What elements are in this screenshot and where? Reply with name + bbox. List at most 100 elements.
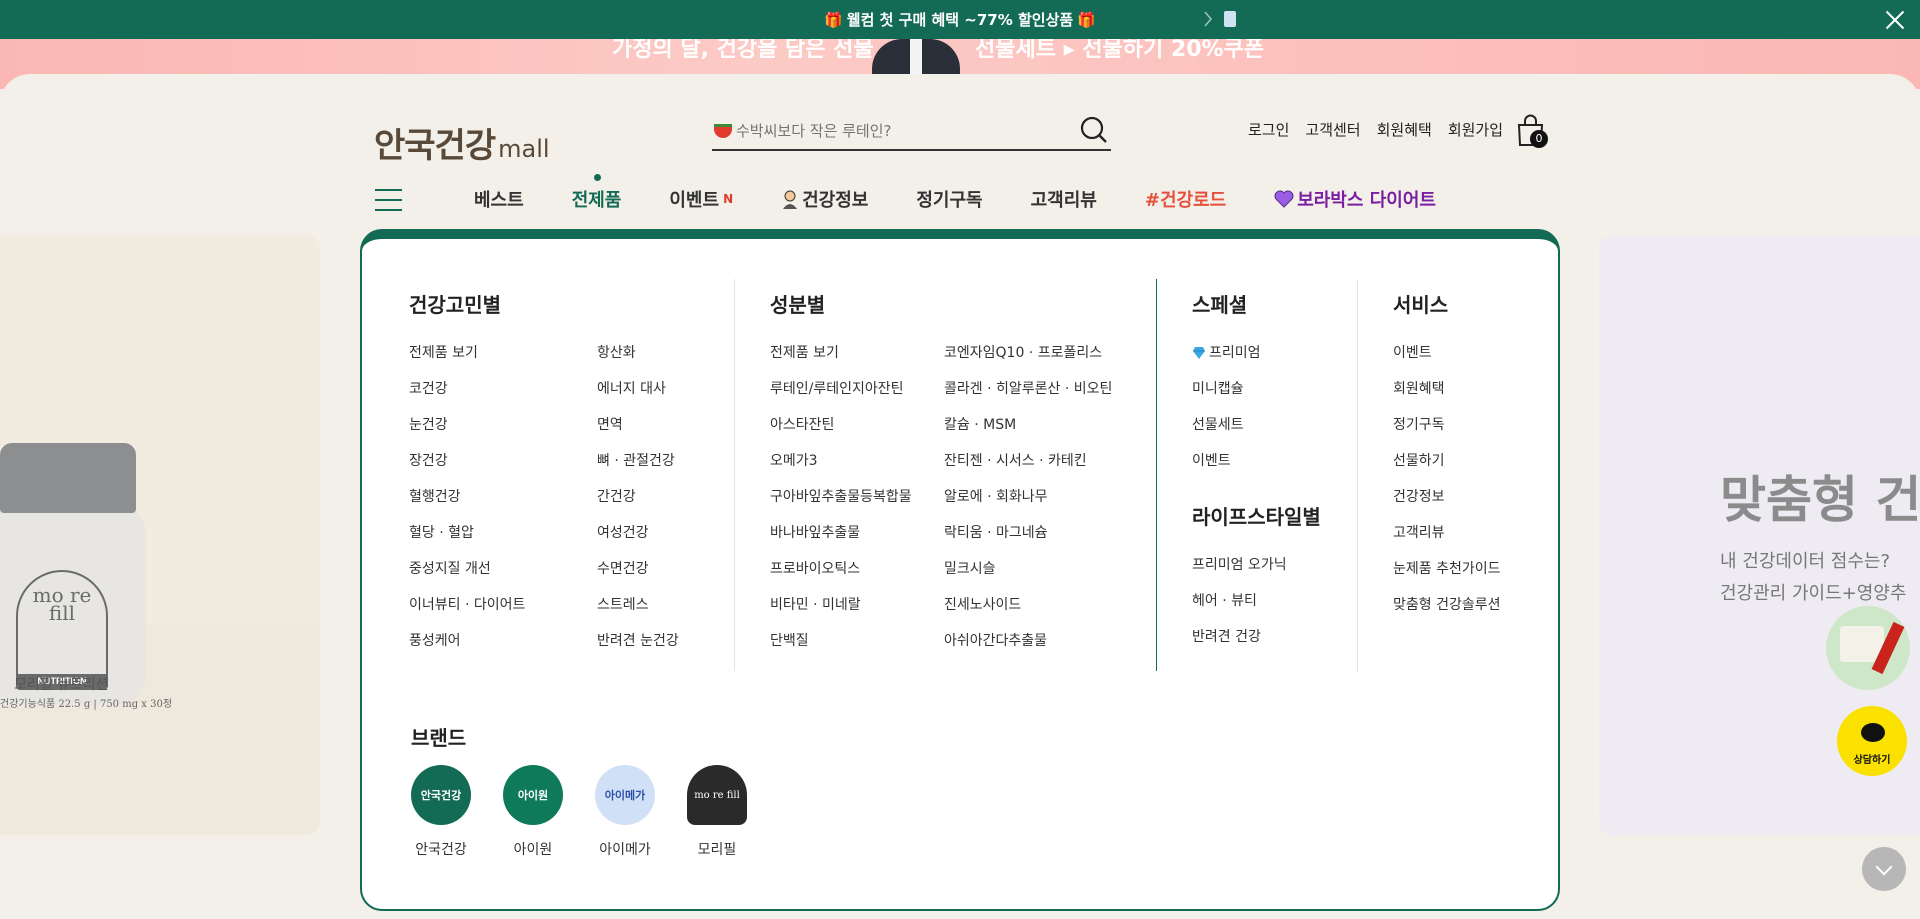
menu-item[interactable]: 루테인/루테인지아잔틴 <box>770 379 912 415</box>
menu-item[interactable]: 고객리뷰 <box>1393 523 1501 559</box>
menu-item[interactable]: 정기구독 <box>1393 415 1501 451</box>
product-name: 모리필 뉴트리션 <box>14 677 109 693</box>
hero-left-text: 가정의 달, 건강을 담은 선물 <box>612 39 874 62</box>
nav-item-health-road[interactable]: #건강로드 <box>1145 186 1226 212</box>
search-icon[interactable] <box>1079 115 1109 145</box>
menu-item[interactable]: 오메가3 <box>770 451 912 487</box>
menu-item[interactable]: 면역 <box>597 415 679 451</box>
menu-item[interactable]: 선물하기 <box>1393 451 1501 487</box>
menu-item[interactable]: 진세노사이드 <box>944 595 1112 631</box>
menu-item[interactable]: 맞춤형 건강솔루션 <box>1393 595 1501 631</box>
floating-gift-thumbnail[interactable] <box>1826 606 1910 690</box>
watermelon-icon <box>714 123 732 138</box>
customer-center-link[interactable]: 고객센터 <box>1305 119 1360 140</box>
logo-sub-text: mall <box>498 135 550 163</box>
menu-item[interactable]: 전제품 보기 <box>409 343 525 379</box>
chevron-right-icon <box>1204 11 1212 27</box>
menu-item[interactable]: 코엔자임Q10 · 프로폴리스 <box>944 343 1112 379</box>
menu-item[interactable]: 헤어 · 뷰티 <box>1192 591 1287 627</box>
badge-text: mo re fill <box>32 583 92 625</box>
column-divider <box>734 279 735 671</box>
menu-item[interactable]: 락티움 · 마그네슘 <box>944 523 1112 559</box>
menu-item[interactable]: 건강정보 <box>1393 487 1501 523</box>
menu-item[interactable]: 눈제품 추천가이드 <box>1393 559 1501 595</box>
menu-item[interactable]: 혈당 · 혈압 <box>409 523 525 559</box>
menu-item[interactable]: 반려견 건강 <box>1192 627 1287 663</box>
nav-item-health-info[interactable]: 건강정보 <box>781 186 868 212</box>
menu-item[interactable]: 눈건강 <box>409 415 525 451</box>
menu-item[interactable]: 이벤트 <box>1393 343 1501 379</box>
menu-item[interactable]: 간건강 <box>597 487 679 523</box>
chat-label: 상담하기 <box>1853 755 1891 766</box>
menu-item[interactable]: 잔티젠 · 시서스 · 카테킨 <box>944 451 1112 487</box>
menu-item[interactable]: 선물세트 <box>1192 415 1261 451</box>
document-icon <box>1224 11 1236 27</box>
menu-item[interactable]: 이벤트 <box>1192 451 1261 487</box>
brand-name: 모리필 <box>697 842 737 858</box>
nav-item-best[interactable]: 베스트 <box>474 186 524 212</box>
menu-item[interactable]: 구아바잎추출물등복합물 <box>770 487 912 523</box>
main-nav: 베스트 전제품 이벤트 N 건강정보 정기구독 고객리뷰 #건강로드 보라박스 다… <box>474 174 1484 212</box>
health-list-1: 전제품 보기 코건강 눈건강 장건강 혈행건강 혈당 · 혈압 중성지질 개선 … <box>409 343 525 667</box>
special-list: 프리미엄 미니캡슐 선물세트 이벤트 <box>1192 343 1261 487</box>
menu-item[interactable]: 단백질 <box>770 631 912 667</box>
hamburger-menu-icon[interactable] <box>375 189 402 211</box>
menu-item[interactable]: 전제품 보기 <box>770 343 912 379</box>
menu-item[interactable]: 바나바잎추출물 <box>770 523 912 559</box>
promo-bar[interactable]: 🎁 웰컴 첫 구매 혜택 ~77% 할인상품 🎁 <box>0 0 1920 39</box>
menu-item[interactable]: 에너지 대사 <box>597 379 679 415</box>
menu-item[interactable]: 콜라겐 · 히알루론산 · 비오틴 <box>944 379 1112 415</box>
nav-item-subscription[interactable]: 정기구독 <box>916 186 982 212</box>
chat-bubble-icon <box>1861 723 1885 742</box>
menu-item[interactable]: 중성지질 개선 <box>409 559 525 595</box>
brand-morefill[interactable]: mo re fill 모리필 <box>687 765 747 858</box>
menu-item[interactable]: 알로에 · 회화나무 <box>944 487 1112 523</box>
menu-item[interactable]: 풍성케어 <box>409 631 525 667</box>
login-link[interactable]: 로그인 <box>1248 119 1289 140</box>
service-list: 이벤트 회원혜택 정기구독 선물하기 건강정보 고객리뷰 눈제품 추천가이드 맞… <box>1393 343 1501 631</box>
menu-item[interactable]: 이너뷰티 · 다이어트 <box>409 595 525 631</box>
close-icon[interactable] <box>1884 9 1906 31</box>
search-input[interactable] <box>736 121 1076 140</box>
bottle-cap <box>0 443 136 513</box>
menu-item[interactable]: 혈행건강 <box>409 487 525 523</box>
menu-item[interactable]: 밀크시슬 <box>944 559 1112 595</box>
site-logo[interactable]: 안국건강 mall <box>374 118 550 167</box>
brand-ankook[interactable]: 안국건강 안국건강 <box>411 765 471 858</box>
nav-item-reviews[interactable]: 고객리뷰 <box>1031 186 1097 212</box>
column-divider <box>1156 279 1157 671</box>
menu-item[interactable]: 아쉬아간다추출물 <box>944 631 1112 667</box>
brand-name: 아이원 <box>513 842 553 858</box>
nav-item-all-products[interactable]: 전제품 <box>572 174 621 212</box>
member-benefits-link[interactable]: 회원혜택 <box>1377 119 1432 140</box>
brand-logo: 아이메가 <box>595 765 655 825</box>
brand-logo: 안국건강 <box>411 765 471 825</box>
menu-item[interactable]: 반려견 눈건강 <box>597 631 679 667</box>
menu-item[interactable]: 미니캡슐 <box>1192 379 1261 415</box>
menu-item-premium[interactable]: 프리미엄 <box>1192 343 1261 379</box>
menu-item[interactable]: 장건강 <box>409 451 525 487</box>
utility-menu: 로그인 고객센터 회원혜택 회원가입 <box>1248 119 1503 140</box>
menu-item[interactable]: 프리미엄 오가닉 <box>1192 555 1287 591</box>
left-slide-card[interactable]: mo re fill NUTRITION 모리필 뉴트리션 건강기능식품 22.… <box>0 235 320 835</box>
menu-item[interactable]: 수면건강 <box>597 559 679 595</box>
menu-item[interactable]: 뼈 · 관절건강 <box>597 451 679 487</box>
menu-item[interactable]: 스트레스 <box>597 595 679 631</box>
scroll-down-button[interactable] <box>1862 847 1906 891</box>
menu-item[interactable]: 코건강 <box>409 379 525 415</box>
menu-item[interactable]: 회원혜택 <box>1393 379 1501 415</box>
brand-title: 브랜드 <box>411 726 467 750</box>
promo-text[interactable]: 웰컴 첫 구매 혜택 ~77% 할인상품 <box>847 9 1073 30</box>
menu-item[interactable]: 칼슘 · MSM <box>944 415 1112 451</box>
menu-item[interactable]: 항산화 <box>597 343 679 379</box>
menu-item[interactable]: 아스타잔틴 <box>770 415 912 451</box>
signup-link[interactable]: 회원가입 <box>1448 119 1503 140</box>
nav-item-bora-box[interactable]: 보라박스 다이어트 <box>1274 186 1436 212</box>
brand-ione[interactable]: 아이원 아이원 <box>503 765 563 858</box>
menu-item[interactable]: 프로바이오틱스 <box>770 559 912 595</box>
brand-imega[interactable]: 아이메가 아이메가 <box>595 765 655 858</box>
menu-item[interactable]: 여성건강 <box>597 523 679 559</box>
nav-item-event[interactable]: 이벤트 N <box>669 186 733 212</box>
menu-item[interactable]: 비타민 · 미네랄 <box>770 595 912 631</box>
consult-chat-button[interactable]: 상담하기 <box>1837 706 1907 776</box>
